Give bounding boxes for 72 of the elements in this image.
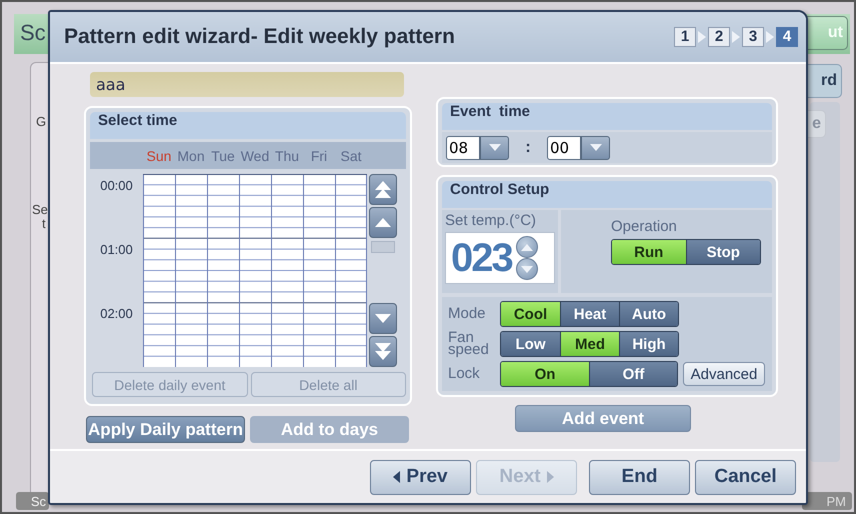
day-label: Sat [339, 148, 362, 164]
step-indicator: 1 [674, 27, 696, 47]
set-temp-label: Set temp.(°C) [445, 212, 538, 229]
dropdown-button[interactable] [480, 136, 509, 160]
caret-down-icon [590, 144, 602, 152]
panel-title: Control Setup [442, 181, 772, 208]
operation-label: Operation [611, 218, 678, 235]
left-triangle-icon [393, 471, 400, 483]
setting-option[interactable]: Heat [560, 302, 619, 326]
temp-down-button[interactable] [516, 258, 538, 280]
step-indicator: 3 [742, 27, 764, 47]
nav-button[interactable]: Prev [370, 460, 471, 494]
dropdown-button[interactable] [581, 136, 610, 160]
scroll-top-button[interactable] [369, 174, 397, 205]
setting-label: Mode [448, 308, 487, 320]
scroll-down-button[interactable] [369, 303, 397, 334]
nav-button[interactable]: Cancel [695, 460, 796, 494]
setting-option[interactable]: Off [589, 362, 677, 386]
scroll-thumb[interactable] [371, 241, 395, 253]
nav-button[interactable]: End [589, 460, 690, 494]
day-label: Fri [310, 148, 328, 164]
setting-option[interactable]: Med [560, 332, 619, 356]
down-arrow-icon [375, 314, 391, 323]
side-label: G [36, 114, 46, 129]
day-label: Sun [146, 148, 172, 164]
setting-label: Lock [448, 368, 481, 380]
day-label: Tue [210, 148, 236, 164]
up-arrow-icon [520, 244, 533, 250]
operation-option[interactable]: Stop [686, 240, 760, 264]
day-label: Mon [176, 148, 206, 164]
time-label: 02:00 [99, 305, 134, 323]
panel-title: Event time [442, 103, 772, 130]
setting-option[interactable]: Cool [501, 302, 560, 326]
down-arrow-icon [520, 266, 533, 272]
double-up-arrow-icon [375, 181, 391, 198]
temp-up-button[interactable] [516, 236, 538, 258]
schedule-grid[interactable] [143, 174, 367, 367]
day-label: Wed [240, 148, 270, 164]
step-indicator: 4 [776, 27, 798, 47]
time-separator: : [524, 138, 532, 156]
temperature-value: 023 [451, 236, 512, 280]
app-title: Sc [20, 20, 46, 46]
advanced-button[interactable]: Advanced [683, 362, 765, 386]
step-arrow-icon [732, 31, 740, 43]
step-arrow-icon [698, 31, 706, 43]
time-label: 00:00 [99, 177, 134, 195]
time-label: 01:00 [99, 241, 134, 259]
pattern-name-field[interactable]: aaa [90, 72, 404, 97]
setting-option[interactable]: High [619, 332, 678, 356]
scroll-bottom-button[interactable] [369, 336, 397, 367]
setting-label: Fan speed [448, 332, 490, 356]
side-label: Se [32, 202, 48, 217]
minute-field[interactable]: 00 [547, 136, 581, 160]
up-arrow-icon [375, 218, 391, 227]
double-down-arrow-icon [375, 343, 391, 360]
scroll-up-button[interactable] [369, 207, 397, 238]
caret-down-icon [488, 144, 500, 152]
day-label: Thu [274, 148, 300, 164]
add-event-button[interactable]: Add event [515, 405, 691, 432]
setting-option[interactable]: On [501, 362, 589, 386]
side-label: t [42, 216, 46, 231]
status-clock: PM [802, 492, 852, 510]
hour-field[interactable]: 08 [446, 136, 480, 160]
setting-option[interactable]: Auto [619, 302, 678, 326]
step-arrow-icon [766, 31, 774, 43]
wizard-title: Pattern edit wizard- Edit weekly pattern [64, 25, 455, 49]
setting-option[interactable]: Low [501, 332, 560, 356]
step-indicator: 2 [708, 27, 730, 47]
operation-option[interactable]: Run [612, 240, 686, 264]
right-triangle-icon [546, 471, 554, 483]
panel-title: Select time [90, 112, 406, 139]
apply-daily-pattern-button[interactable]: Apply Daily pattern [86, 416, 245, 443]
